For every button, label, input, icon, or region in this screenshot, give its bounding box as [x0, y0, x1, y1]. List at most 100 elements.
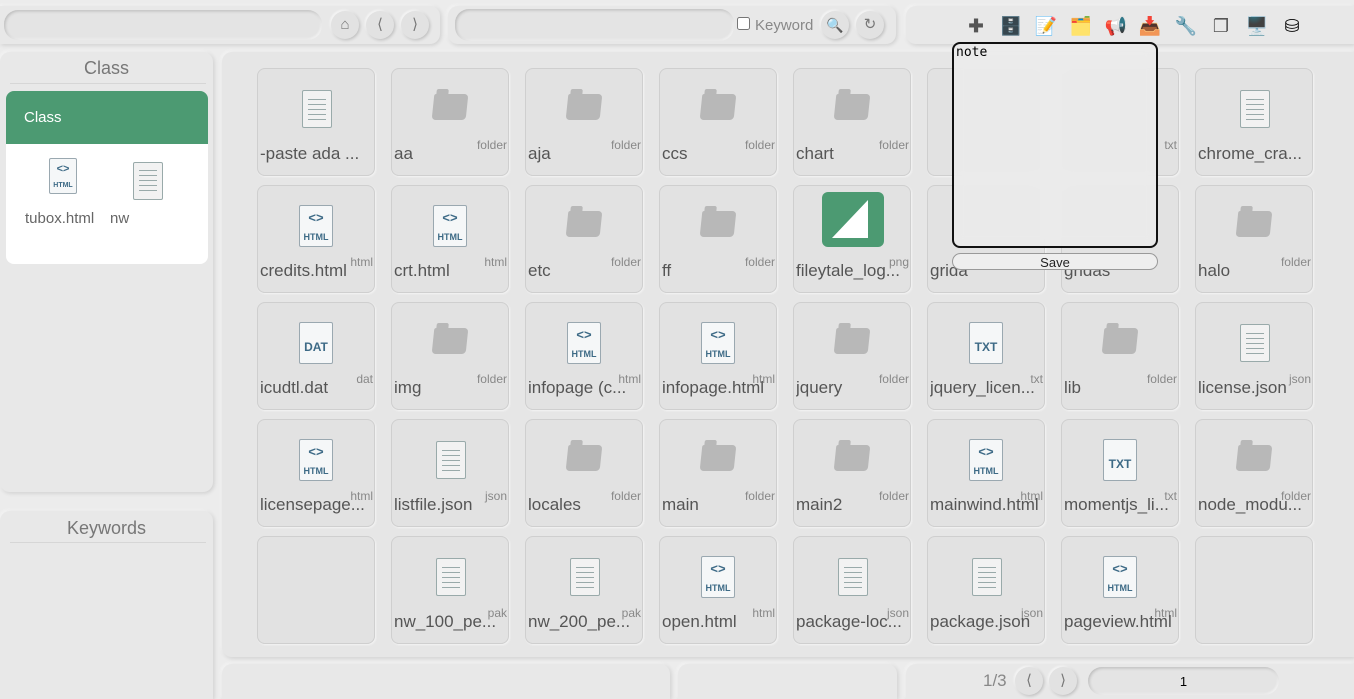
file-name: -paste ada ...: [260, 144, 360, 163]
note-save-button[interactable]: Save: [952, 253, 1158, 270]
selected-class-item[interactable]: Class: [6, 91, 208, 144]
file-name: package-loc...: [796, 612, 902, 631]
file-name: jquery: [796, 378, 843, 397]
folder-icon: [699, 205, 737, 245]
file-tile[interactable]: <> HTML html infopage (c...: [525, 302, 643, 410]
file-tile[interactable]: <> HTML html pageview.html: [1061, 536, 1179, 644]
file-name: licensepage...: [260, 495, 365, 514]
file-tile[interactable]: folder ccs: [659, 68, 777, 176]
file-tile[interactable]: folder aa: [391, 68, 509, 176]
file-tile[interactable]: folder aja: [525, 68, 643, 176]
class-file-item[interactable]: nw: [106, 158, 166, 248]
prev-page-button[interactable]: ⟨: [1015, 667, 1043, 695]
file-tile[interactable]: folder halo: [1195, 185, 1313, 293]
file-tile[interactable]: TXT txt momentjs_li...: [1061, 419, 1179, 527]
file-name: locales: [528, 495, 581, 514]
card-index-icon[interactable]: 🗂️: [1068, 13, 1094, 39]
file-tile[interactable]: folder chart: [793, 68, 911, 176]
file-tile[interactable]: <> HTML html infopage.html: [659, 302, 777, 410]
html-file-icon: <> HTML: [701, 322, 735, 364]
file-tile[interactable]: DAT dat icudtl.dat: [257, 302, 375, 410]
memo-icon[interactable]: 📝: [1033, 13, 1059, 39]
html-file-icon: <> HTML: [299, 205, 333, 247]
window-icon[interactable]: ❐: [1208, 13, 1234, 39]
file-tile[interactable]: json license.json: [1195, 302, 1313, 410]
keywords-panel-title: Keywords: [66, 518, 147, 538]
file-name: crt.html: [394, 261, 450, 280]
file-tile[interactable]: folder node_modu...: [1195, 419, 1313, 527]
document-icon: [299, 88, 333, 128]
file-tile[interactable]: pak nw_200_pe...: [525, 536, 643, 644]
file-tile[interactable]: pak nw_100_pe...: [391, 536, 509, 644]
folder-icon: [431, 88, 469, 128]
wrench-icon[interactable]: 🔧: [1173, 13, 1199, 39]
file-tile[interactable]: png fileytale_log...: [793, 185, 911, 293]
add-icon[interactable]: ✚: [963, 13, 989, 39]
file-tile[interactable]: folder locales: [525, 419, 643, 527]
keyword-checkbox[interactable]: [737, 17, 750, 30]
file-name: fileytale_log...: [796, 261, 900, 280]
file-name: halo: [1198, 261, 1231, 280]
file-tile[interactable]: folder ff: [659, 185, 777, 293]
folder-icon: [833, 88, 871, 128]
class-files-area: <> HTML tubox.html nw: [6, 144, 208, 264]
file-tile[interactable]: <> HTML html crt.html: [391, 185, 509, 293]
inbox-icon[interactable]: 📥: [1137, 13, 1163, 39]
document-icon: [1237, 88, 1271, 128]
file-name: nw_100_pe...: [394, 612, 497, 631]
file-tile[interactable]: <> HTML html open.html: [659, 536, 777, 644]
folder-icon: [565, 88, 603, 128]
html-file-icon: <> HTML: [969, 439, 1003, 481]
file-tile[interactable]: json package-loc...: [793, 536, 911, 644]
file-tile[interactable]: TXT txt jquery_licen...: [927, 302, 1045, 410]
file-name: main2: [796, 495, 843, 514]
file-tile[interactable]: [257, 536, 375, 644]
file-tile[interactable]: folder main: [659, 419, 777, 527]
file-tile[interactable]: folder jquery: [793, 302, 911, 410]
database-icon[interactable]: ⛁: [1279, 13, 1305, 39]
folder-icon: [565, 439, 603, 479]
refresh-button[interactable]: ↻: [856, 11, 884, 39]
file-tile[interactable]: chrome_cra...: [1195, 68, 1313, 176]
forward-button[interactable]: ⟩: [401, 11, 429, 39]
path-input[interactable]: [4, 10, 322, 40]
file-tile[interactable]: folder main2: [793, 419, 911, 527]
search-input[interactable]: [455, 9, 734, 41]
file-tile[interactable]: json listfile.json: [391, 419, 509, 527]
folder-icon: [1101, 322, 1139, 362]
folder-icon: [431, 322, 469, 362]
file-tile[interactable]: <> HTML html mainwind.html: [927, 419, 1045, 527]
megaphone-icon[interactable]: 📢: [1103, 13, 1129, 39]
search-button[interactable]: 🔍: [821, 11, 849, 39]
file-tile[interactable]: folder img: [391, 302, 509, 410]
file-name: infopage.html: [662, 378, 765, 397]
note-textarea[interactable]: note: [952, 42, 1158, 248]
file-tile[interactable]: <> HTML html credits.html: [257, 185, 375, 293]
next-page-button[interactable]: ⟩: [1049, 667, 1077, 695]
home-button[interactable]: ⌂: [331, 11, 359, 39]
file-name: package.json: [930, 612, 1031, 631]
html-file-icon: <> HTML: [567, 322, 601, 364]
archive-icon[interactable]: 🗄️: [998, 13, 1024, 39]
class-file-item[interactable]: <> HTML tubox.html: [22, 158, 102, 248]
folder-icon: [833, 439, 871, 479]
file-tile[interactable]: [1195, 536, 1313, 644]
file-tile[interactable]: <> HTML html licensepage...: [257, 419, 375, 527]
document-icon: [969, 556, 1003, 596]
page-input[interactable]: [1088, 667, 1279, 695]
file-tile[interactable]: folder lib: [1061, 302, 1179, 410]
file-tile[interactable]: folder etc: [525, 185, 643, 293]
document-icon: [433, 556, 467, 596]
file-tile[interactable]: json package.json: [927, 536, 1045, 644]
file-tile[interactable]: -paste ada ...: [257, 68, 375, 176]
class-file-name: tubox.html: [25, 210, 95, 227]
file-name: jquery_licen...: [930, 378, 1035, 397]
divider: [10, 83, 206, 84]
file-name: ccs: [662, 144, 688, 163]
folder-icon: [1235, 439, 1273, 479]
dat-file-icon: DAT: [299, 322, 333, 364]
file-extension: txt: [1164, 138, 1177, 152]
monitor-icon[interactable]: 🖥️: [1244, 13, 1270, 39]
file-name: chrome_cra...: [1198, 144, 1302, 163]
back-button[interactable]: ⟨: [366, 11, 394, 39]
